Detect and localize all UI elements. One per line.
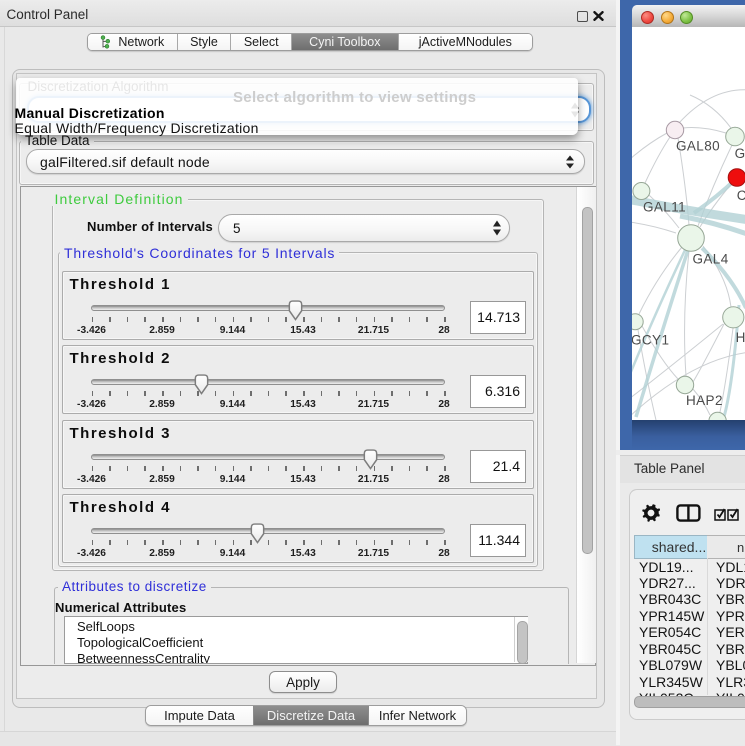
- svg-text:GAL4: GAL4: [693, 252, 729, 267]
- svg-text:GA: GA: [735, 146, 745, 161]
- svg-text:H: H: [736, 330, 745, 345]
- svg-text:GCY1: GCY1: [632, 333, 669, 348]
- svg-text:HAP2: HAP2: [686, 393, 723, 408]
- svg-text:GAL11: GAL11: [643, 200, 686, 215]
- svg-text:C: C: [737, 188, 745, 203]
- svg-text:GAL80: GAL80: [676, 139, 720, 154]
